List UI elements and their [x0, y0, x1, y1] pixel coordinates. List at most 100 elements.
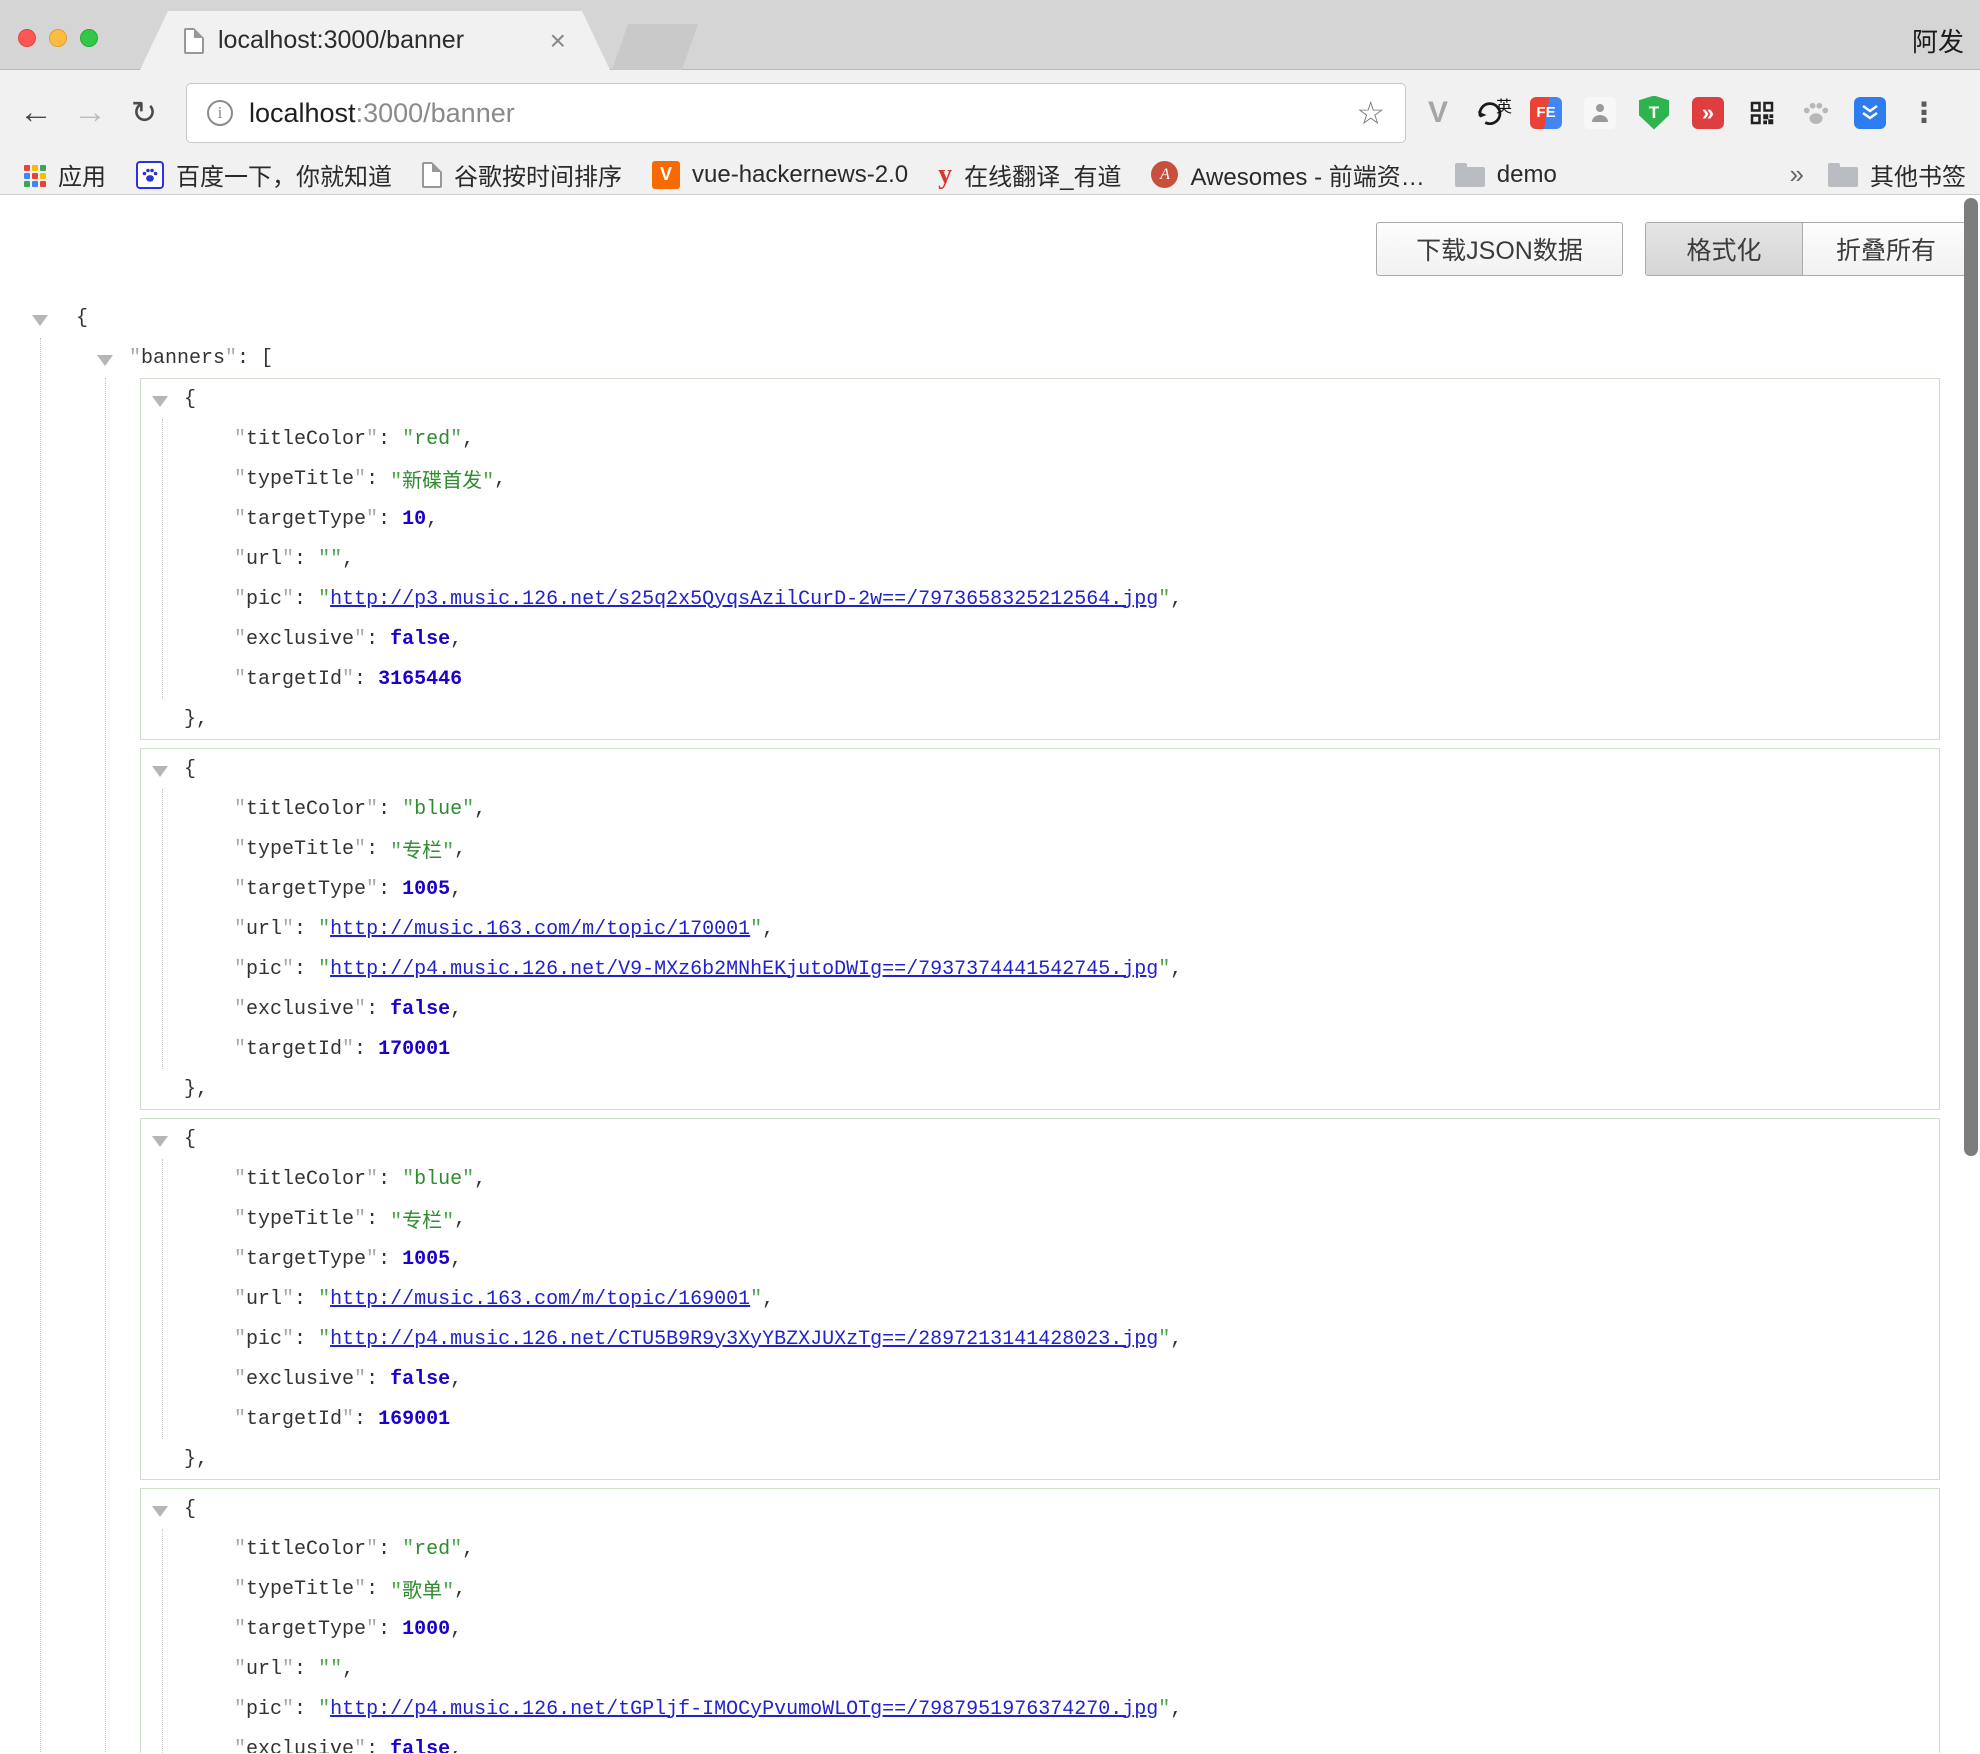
apps-grid-icon: [24, 165, 30, 171]
forward-button[interactable]: →: [64, 70, 116, 155]
url-host: localhost: [249, 98, 356, 128]
json-line-targetId: targetId170001: [163, 1029, 1939, 1069]
json-line-pic: pichttp://p3.music.126.net/s25q2x5QyqsAz…: [163, 579, 1939, 619]
bookmark-label: 谷歌按时间排序: [454, 157, 622, 192]
bookmark-label: 在线翻译_有道: [964, 157, 1121, 192]
new-tab-button[interactable]: [612, 24, 698, 70]
translate-icon[interactable]: 英: [1472, 93, 1512, 133]
json-value: 歌单: [390, 1574, 454, 1604]
address-bar[interactable]: i localhost:3000/banner ☆: [186, 83, 1406, 143]
json-value: blue: [402, 1168, 474, 1191]
collapse-triangle-icon[interactable]: [97, 355, 113, 366]
qr-code-icon[interactable]: [1742, 93, 1782, 133]
json-key: pic: [234, 958, 294, 981]
json-key: typeTitle: [234, 1578, 366, 1601]
json-line-url: url: [163, 1649, 1939, 1689]
json-key: targetType: [234, 878, 378, 901]
profile-name[interactable]: 阿发: [1912, 22, 1964, 59]
pic-url-link[interactable]: http://p4.music.126.net/CTU5B9R9y3XyYBZX…: [330, 1328, 1158, 1351]
json-line-typeTitle: typeTitle 歌单: [163, 1569, 1939, 1609]
json-key: url: [234, 1658, 294, 1681]
json-line-pic: pic http://p4.music.126.net/V9-MXz6b2MNhE…: [163, 949, 1939, 989]
pic-url-link[interactable]: http://p3.music.126.net/s25q2x5QyqsAzilC…: [330, 588, 1158, 611]
vue-devtools-icon[interactable]: V: [1418, 93, 1458, 133]
window-controls: [18, 29, 98, 47]
sitemap-person-icon[interactable]: [1580, 93, 1620, 133]
json-value: 1005: [402, 1248, 450, 1271]
browser-tab[interactable]: localhost:3000/banner ×: [140, 11, 610, 70]
topic-url-link[interactable]: http://music.163.com/m/topic/169001: [330, 1288, 750, 1311]
folder-icon: [1828, 167, 1858, 187]
json-value: false: [390, 998, 450, 1021]
site-info-icon[interactable]: i: [207, 100, 233, 126]
maximize-window-button[interactable]: [80, 29, 98, 47]
browser-menu-icon[interactable]: ⋮: [1904, 93, 1944, 133]
bookmark-google-sort[interactable]: 谷歌按时间排序: [422, 157, 622, 192]
banner-object-box: titleColorblue typeTitle专栏 targetType100…: [140, 1118, 1940, 1480]
tab-close-icon[interactable]: ×: [550, 27, 566, 55]
bookmark-star-icon[interactable]: ☆: [1356, 97, 1385, 129]
open-brace: [184, 388, 196, 411]
json-line-pic: pic http://p4.music.126.net/tGPljf-IMOCyP…: [163, 1689, 1939, 1729]
download-json-button[interactable]: 下载JSON数据: [1376, 222, 1623, 276]
json-key: banners: [129, 347, 237, 370]
json-root-children: banners titleColorred typeTitle新碟首发 targ…: [40, 338, 1980, 1753]
collapse-triangle-icon[interactable]: [152, 766, 168, 777]
topic-url-link[interactable]: http://music.163.com/m/topic/170001: [330, 918, 750, 941]
bookmarks-overflow-icon[interactable]: »: [1790, 159, 1804, 190]
bookmark-vue-hackernews[interactable]: V vue-hackernews-2.0: [652, 161, 908, 189]
json-value: 3165446: [378, 668, 462, 691]
format-button[interactable]: 格式化: [1646, 223, 1803, 275]
json-line-typeTitle: typeTitle专栏: [163, 829, 1939, 869]
json-key: typeTitle: [234, 468, 366, 491]
blue-check-icon[interactable]: [1850, 93, 1890, 133]
youdao-icon: y: [938, 161, 952, 189]
fe-helper-icon[interactable]: FE: [1526, 93, 1566, 133]
paw-icon[interactable]: [1796, 93, 1836, 133]
json-key: titleColor: [234, 1168, 378, 1191]
open-bracket: [237, 347, 273, 370]
collapse-all-button[interactable]: 折叠所有: [1803, 223, 1969, 275]
json-line-exclusive: exclusivefalse: [163, 1729, 1939, 1753]
back-button[interactable]: ←: [10, 70, 62, 155]
minimize-window-button[interactable]: [49, 29, 67, 47]
json-line-titleColor: titleColorblue: [163, 789, 1939, 829]
json-line-url: url http://music.163.com/m/topic/169001: [163, 1279, 1939, 1319]
tab-title: localhost:3000/banner: [218, 26, 464, 55]
scrollbar-thumb[interactable]: [1964, 198, 1978, 1156]
reload-button[interactable]: ↻: [118, 70, 170, 155]
json-value: red: [402, 1538, 462, 1561]
collapse-triangle-icon[interactable]: [152, 396, 168, 407]
collapse-triangle-icon[interactable]: [152, 1506, 168, 1517]
bookmark-demo-folder[interactable]: demo: [1455, 161, 1557, 189]
bookmark-awesomes[interactable]: A Awesomes - 前端资…: [1151, 157, 1424, 192]
close-brace: [141, 1069, 1939, 1109]
json-banners-array: titleColorred typeTitle新碟首发 targetType10…: [105, 378, 1980, 1753]
close-window-button[interactable]: [18, 29, 36, 47]
json-key: exclusive: [234, 998, 366, 1021]
bookmark-youdao-translate[interactable]: y 在线翻译_有道: [938, 157, 1121, 192]
pic-url-link[interactable]: http://p4.music.126.net/V9-MXz6b2MNhEKju…: [330, 958, 1158, 981]
json-key: pic: [234, 1698, 294, 1721]
json-line-exclusive: exclusive false: [163, 989, 1939, 1029]
json-key: url: [234, 1288, 294, 1311]
extension-icons: V 英 FE T » ⋮: [1418, 70, 1944, 155]
pic-url-link[interactable]: http://p4.music.126.net/tGPljf-IMOCyPvum…: [330, 1698, 1158, 1721]
json-value: blue: [402, 798, 474, 821]
collapse-triangle-icon[interactable]: [32, 315, 48, 326]
other-bookmarks-folder[interactable]: 其他书签: [1828, 157, 1966, 192]
bookmark-baidu[interactable]: 百度一下，你就知道: [136, 157, 392, 192]
red-forward-icon[interactable]: »: [1688, 93, 1728, 133]
url-path: :3000/banner: [356, 98, 515, 128]
bookmark-apps[interactable]: 应用: [22, 157, 106, 192]
json-value: 新碟首发: [390, 464, 494, 494]
json-key: url: [234, 548, 294, 571]
json-line-titleColor: titleColorred: [163, 419, 1939, 459]
tab-bar: localhost:3000/banner × 阿发: [0, 0, 1980, 70]
green-shield-icon[interactable]: T: [1634, 93, 1674, 133]
json-line-titleColor: titleColorred: [163, 1529, 1939, 1569]
open-brace: [184, 758, 196, 781]
collapse-triangle-icon[interactable]: [152, 1136, 168, 1147]
open-brace: [76, 307, 88, 330]
close-brace: [141, 1439, 1939, 1479]
